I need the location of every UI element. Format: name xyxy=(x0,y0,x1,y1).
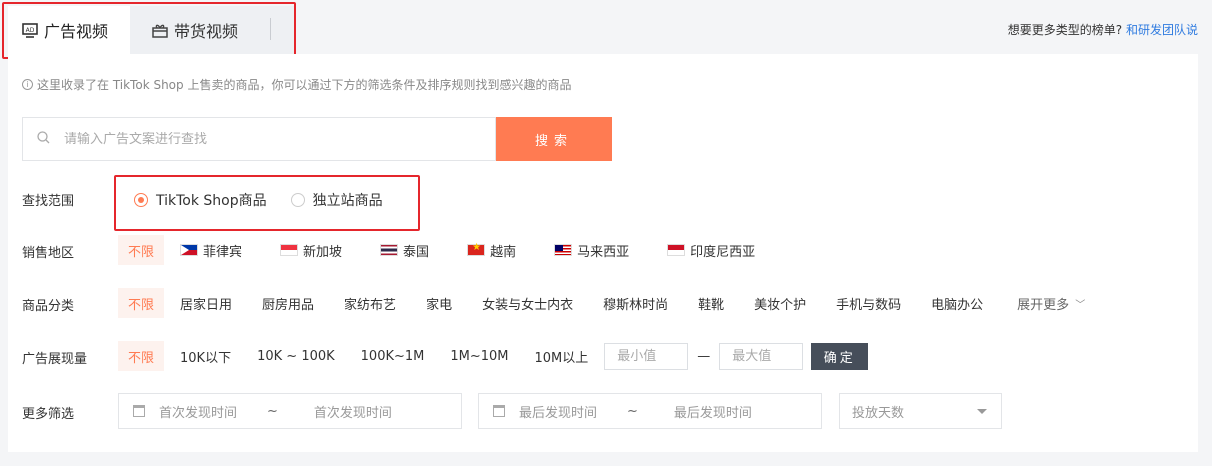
region-option-label: 越南 xyxy=(490,244,517,260)
radio-unchecked-icon xyxy=(290,193,305,207)
tab-product-video-label: 带货视频 xyxy=(174,22,239,41)
search-box xyxy=(22,117,496,161)
scope-label: 查找范围 xyxy=(22,194,75,209)
impressions-option[interactable]: 不限 xyxy=(118,341,165,371)
region-option-my[interactable]: 马来西亚 xyxy=(544,235,639,265)
category-options: 不限 居家日用 厨房用品 家纺布艺 家电 女装与女士内衣 穆斯林时尚 鞋靴 美妆… xyxy=(118,288,1101,318)
impressions-max-input[interactable] xyxy=(719,342,804,370)
scope-radio-tiktok-shop[interactable]: TikTok Shop商品 xyxy=(134,190,267,210)
region-option-label: 菲律宾 xyxy=(203,244,243,260)
category-label: 商品分类 xyxy=(22,299,75,314)
indonesia-flag-icon xyxy=(667,244,686,256)
more-filters-label: 更多筛选 xyxy=(22,407,75,422)
chevron-down-icon: ﹀ xyxy=(1075,299,1086,311)
first-seen-date-range[interactable]: 首次发现时间 ~ 首次发现时间 xyxy=(118,393,462,429)
category-option[interactable]: 鞋靴 xyxy=(688,288,734,318)
category-option[interactable]: 穆斯林时尚 xyxy=(593,288,678,318)
search-icon xyxy=(37,130,50,148)
expand-more-button[interactable]: 展开更多 ﹀ xyxy=(1007,288,1095,318)
notice-text: 这里收录了在 TikTok Shop 上售卖的商品，你可以通过下方的筛选条件及排… xyxy=(37,78,572,92)
last-seen-date-range[interactable]: 最后发现时间 ~ 最后发现时间 xyxy=(478,393,822,429)
region-option-label: 泰国 xyxy=(403,244,430,260)
category-option[interactable]: 手机与数码 xyxy=(826,288,911,318)
notice: i 这里收录了在 TikTok Shop 上售卖的商品，你可以通过下方的筛选条件… xyxy=(22,76,571,93)
calendar-icon xyxy=(133,405,145,417)
category-option[interactable]: 不限 xyxy=(118,288,165,318)
impressions-options: 不限 10K以下 10K ~ 100K 100K~1M 1M~10M 10M以上… xyxy=(118,341,869,371)
expand-more-label: 展开更多 xyxy=(1017,297,1070,313)
thailand-flag-icon xyxy=(380,244,399,256)
impressions-option[interactable]: 100K~1M xyxy=(351,341,435,371)
impressions-option[interactable]: 10M以上 xyxy=(525,341,599,371)
region-options: 不限 菲律宾 新加坡 泰国 越南 马来西亚 印度尼西亚 xyxy=(118,235,771,265)
scope-option-label: 独立站商品 xyxy=(312,193,383,209)
region-option-label: 新加坡 xyxy=(303,244,343,260)
region-option-vn[interactable]: 越南 xyxy=(457,235,526,265)
scope-radio-independent[interactable]: 独立站商品 xyxy=(290,190,383,210)
category-option[interactable]: 厨房用品 xyxy=(252,288,324,318)
region-option-ph[interactable]: 菲律宾 xyxy=(170,235,252,265)
contact-dev-link[interactable]: 和研发团队说 xyxy=(1126,23,1198,37)
impressions-option[interactable]: 10K ~ 100K xyxy=(247,341,345,371)
region-option-th[interactable]: 泰国 xyxy=(370,235,439,265)
ad-days-select[interactable]: 投放天数 xyxy=(839,393,1002,429)
radio-checked-icon xyxy=(134,193,148,207)
gift-icon xyxy=(152,23,168,38)
region-option-id[interactable]: 印度尼西亚 xyxy=(657,235,765,265)
date-separator: ~ xyxy=(627,403,638,419)
malaysia-flag-icon xyxy=(554,244,573,256)
scope-option-label: TikTok Shop商品 xyxy=(156,193,267,209)
ad-days-placeholder: 投放天数 xyxy=(852,405,905,421)
filter-panel: i 这里收录了在 TikTok Shop 上售卖的商品，你可以通过下方的筛选条件… xyxy=(8,54,1198,452)
caret-down-icon xyxy=(977,408,987,414)
region-option-sg[interactable]: 新加坡 xyxy=(270,235,352,265)
last-seen-end: 最后发现时间 xyxy=(673,405,752,421)
category-option[interactable]: 电脑办公 xyxy=(921,288,993,318)
category-option[interactable]: 女装与女士内衣 xyxy=(472,288,583,318)
first-seen-end: 首次发现时间 xyxy=(313,405,392,421)
last-seen-start: 最后发现时间 xyxy=(519,405,598,421)
date-separator: ~ xyxy=(267,403,278,419)
confirm-button[interactable]: 确定 xyxy=(811,342,869,370)
vietnam-flag-icon xyxy=(467,242,486,256)
tab-ad-video[interactable]: AD 广告视频 xyxy=(8,6,130,54)
category-option[interactable]: 家纺布艺 xyxy=(334,288,406,318)
info-icon: i xyxy=(22,79,33,90)
search-input[interactable] xyxy=(64,131,464,147)
region-option-any[interactable]: 不限 xyxy=(118,235,165,265)
ad-video-icon: AD xyxy=(22,22,38,38)
impressions-label: 广告展现量 xyxy=(22,352,88,367)
calendar-icon xyxy=(493,405,505,417)
region-option-label: 印度尼西亚 xyxy=(690,244,756,260)
region-label: 销售地区 xyxy=(22,246,75,261)
category-option[interactable]: 美妆个护 xyxy=(744,288,816,318)
philippines-flag-icon xyxy=(180,244,199,256)
region-option-label: 马来西亚 xyxy=(577,244,630,260)
tab-ad-video-label: 广告视频 xyxy=(44,22,109,41)
tab-divider xyxy=(270,18,271,40)
category-option[interactable]: 居家日用 xyxy=(170,288,242,318)
scope-radio-group: TikTok Shop商品 独立站商品 xyxy=(134,190,383,210)
category-option[interactable]: 家电 xyxy=(416,288,462,318)
impressions-option[interactable]: 1M~10M xyxy=(440,341,518,371)
svg-text:AD: AD xyxy=(26,27,35,34)
singapore-flag-icon xyxy=(280,244,299,256)
impressions-min-input[interactable] xyxy=(604,342,689,370)
impressions-option[interactable]: 10K以下 xyxy=(170,341,241,371)
more-rankings-prompt: 想要更多类型的榜单? 和研发团队说 xyxy=(1008,21,1198,38)
tab-bar: AD 广告视频 带货视频 xyxy=(0,0,296,59)
search-button[interactable]: 搜索 xyxy=(496,117,612,161)
range-dash: — xyxy=(697,348,711,364)
more-rankings-text: 想要更多类型的榜单? xyxy=(1007,23,1123,37)
first-seen-start: 首次发现时间 xyxy=(159,405,238,421)
